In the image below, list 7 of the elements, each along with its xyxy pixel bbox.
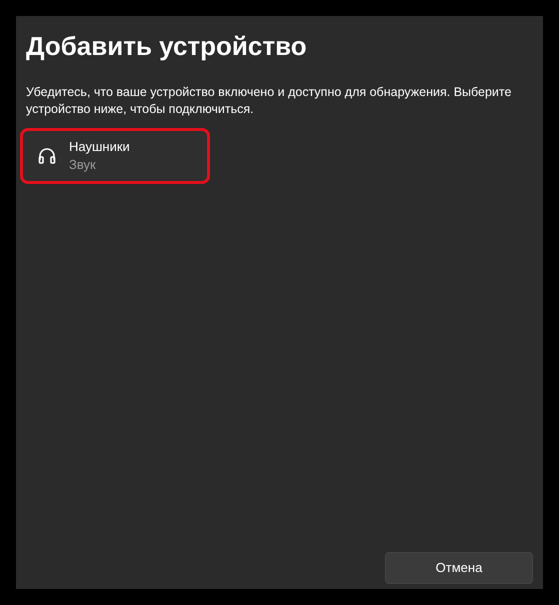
headphones-icon (37, 146, 57, 166)
dialog-title: Добавить устройство (26, 30, 308, 62)
dialog-description: Убедитесь, что ваше устройство включено и доступно для обнаружения. Выберите устройство ниже, чтобы подключиться. (26, 84, 512, 118)
device-name: Наушники (69, 138, 130, 156)
device-item[interactable]: Наушники Звук (20, 128, 210, 184)
cancel-button[interactable]: Отмена (385, 552, 533, 584)
device-type: Звук (69, 156, 97, 174)
